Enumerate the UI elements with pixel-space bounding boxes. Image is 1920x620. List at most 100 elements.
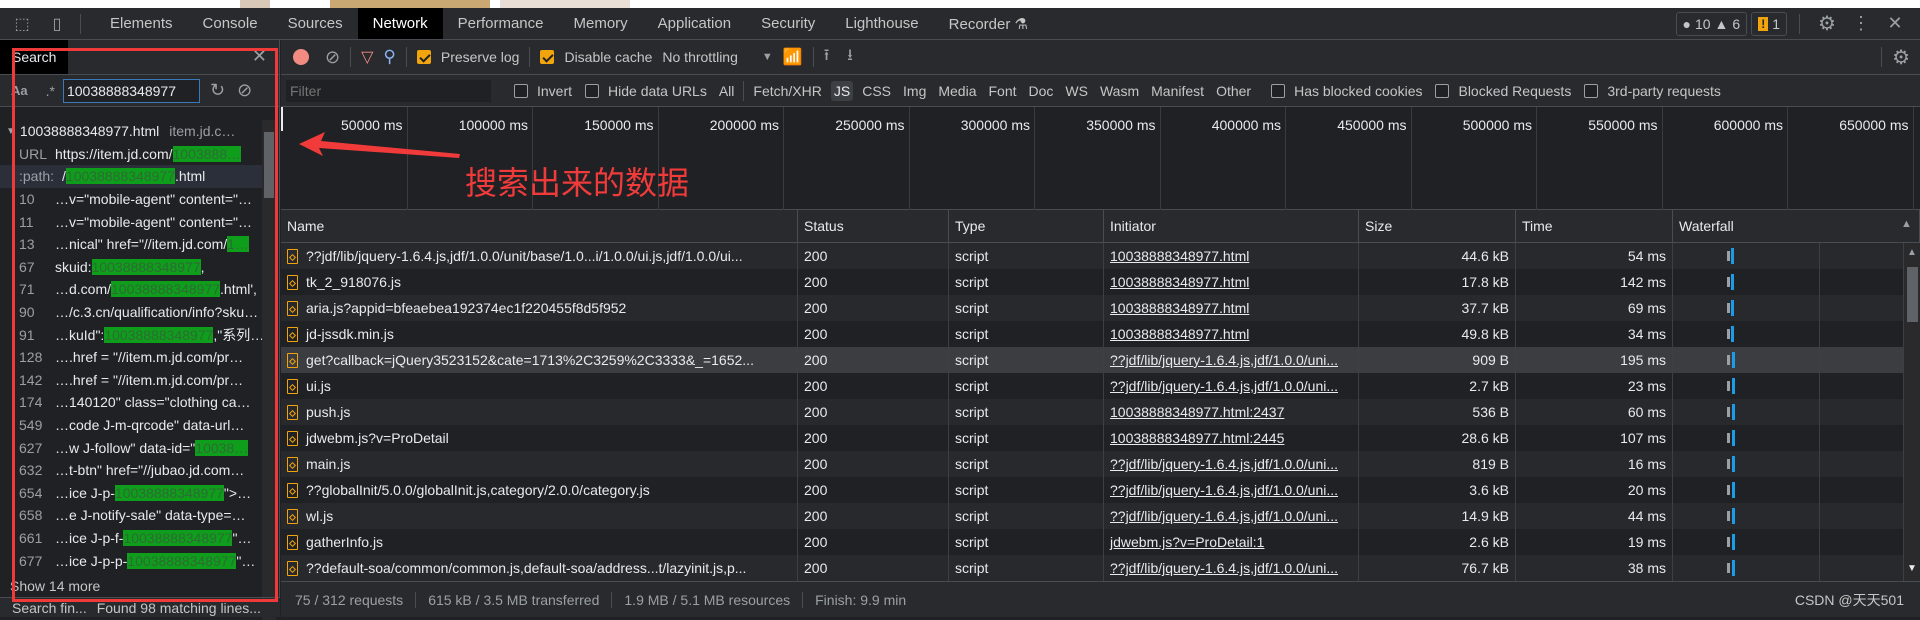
table-row[interactable]: jd-jssdk.min.js 200 script 10038888348977.h… bbox=[281, 321, 1904, 347]
search-result-line[interactable]: 174 …140120" class="clothing ca… bbox=[0, 391, 262, 414]
table-row[interactable]: main.js 200 script ??jdf/lib/jquery-1.6.4.j… bbox=[281, 451, 1904, 477]
filter-type-wasm[interactable]: Wasm bbox=[1097, 81, 1142, 101]
column-header-type[interactable]: Type bbox=[949, 210, 1104, 243]
disable-cache-checkbox[interactable] bbox=[540, 50, 555, 64]
chevron-down-icon[interactable]: ▼ bbox=[762, 51, 773, 63]
search-result-line[interactable]: 71 …d.com/10038888348977 .html', bbox=[0, 278, 262, 301]
network-conditions-icon[interactable]: 📶 bbox=[783, 47, 803, 67]
table-row[interactable]: tk_2_918076.js 200 script 10038888348977.ht… bbox=[281, 269, 1904, 295]
cell-initiator-text[interactable]: ??jdf/lib/jquery-1.6.4.js,jdf/1.0.0/uni.… bbox=[1110, 456, 1338, 472]
search-result-line[interactable]: 67 skuid: 10038888348977, bbox=[0, 256, 262, 279]
record-button[interactable] bbox=[293, 49, 309, 65]
search-result-line[interactable]: 142 ….href = "//item.m.jd.com/pr… bbox=[0, 369, 262, 392]
search-result-line[interactable]: 654 …ice J-p- 10038888348977 ">… bbox=[0, 482, 262, 505]
column-header-size[interactable]: Size bbox=[1359, 210, 1516, 243]
search-result-line[interactable]: 91 …kuId": 10038888348977 ,"系列… bbox=[0, 323, 262, 346]
timeline-handle[interactable] bbox=[281, 107, 283, 131]
tab-console[interactable]: Console bbox=[188, 8, 273, 39]
tab-network[interactable]: Network bbox=[357, 8, 443, 39]
table-row[interactable]: ui.js 200 script ??jdf/lib/jquery-1.6.4.js,… bbox=[281, 373, 1904, 399]
table-row[interactable]: aria.js?appid=bfeaebea192374ec1f220455f8… bbox=[281, 295, 1904, 321]
search-result-line[interactable]: 661 …ice J-p-f- 10038888348977 "… bbox=[0, 527, 262, 550]
table-row[interactable]: get?callback=jQuery3523152&cate=1713%2C3… bbox=[281, 347, 1904, 373]
inspect-element-icon[interactable]: ⬚ bbox=[2, 14, 42, 34]
filter-type-manifest[interactable]: Manifest bbox=[1148, 81, 1207, 101]
table-row[interactable]: wl.js 200 script ??jdf/lib/jquery-1.6.4.js,… bbox=[281, 503, 1904, 529]
sort-ascending-icon[interactable]: ▲ bbox=[1901, 218, 1912, 230]
column-header-time[interactable]: Time bbox=[1516, 210, 1673, 243]
match-case-toggle[interactable]: Aa bbox=[11, 83, 28, 98]
table-row[interactable]: jdwebm.js?v=ProDetail 200 script 1003888834… bbox=[281, 425, 1904, 451]
expand-arrow-icon[interactable]: ▼ bbox=[6, 126, 16, 137]
filter-type-fetchxhr[interactable]: Fetch/XHR bbox=[750, 81, 824, 101]
tab-sources[interactable]: Sources bbox=[273, 8, 358, 39]
cell-initiator-text[interactable]: ??jdf/lib/jquery-1.6.4.js,jdf/1.0.0/uni.… bbox=[1110, 378, 1338, 394]
table-row[interactable]: ??jdf/lib/jquery-1.6.4.js,jdf/1.0.0/unit… bbox=[281, 243, 1904, 269]
table-scrollbar[interactable]: ▲ ▼ bbox=[1904, 243, 1920, 581]
search-result-line[interactable]: 128 ….href = "//item.m.jd.com/pr… bbox=[0, 346, 262, 369]
column-header-name[interactable]: Name bbox=[281, 210, 798, 243]
search-result-line[interactable]: 13 …nical" href="//item.jd.com/1… bbox=[0, 233, 262, 256]
search-result-line[interactable]: :path:/10038888348977 .html bbox=[0, 165, 262, 188]
hide-data-urls-checkbox[interactable] bbox=[585, 83, 600, 98]
tab-application[interactable]: Application bbox=[643, 8, 746, 39]
cell-initiator-text[interactable]: ??jdf/lib/jquery-1.6.4.js,jdf/1.0.0/uni.… bbox=[1110, 482, 1338, 498]
cell-initiator-text[interactable]: 10038888348977.html:2445 bbox=[1110, 430, 1284, 446]
cell-initiator-text[interactable]: 10038888348977.html bbox=[1110, 326, 1249, 342]
import-har-icon[interactable]: ⭱ bbox=[824, 44, 830, 71]
filter-type-img[interactable]: Img bbox=[900, 81, 929, 101]
settings-gear-icon[interactable]: ⚙ bbox=[1812, 11, 1842, 36]
tab-security[interactable]: Security bbox=[746, 8, 830, 39]
search-result-line[interactable]: 10 …v="mobile-agent" content="… bbox=[0, 188, 262, 211]
cell-initiator-text[interactable]: 10038888348977.html bbox=[1110, 248, 1249, 264]
search-result-line[interactable]: URL https://item.jd.com/1003888… bbox=[0, 143, 262, 166]
tab-recorder[interactable]: Recorder ⚗ bbox=[934, 8, 1043, 39]
close-devtools-icon[interactable]: ✕ bbox=[1880, 13, 1910, 34]
tab-performance[interactable]: Performance bbox=[443, 8, 559, 39]
third-party-requests-checkbox[interactable] bbox=[1584, 83, 1599, 98]
search-panel-tab[interactable]: Search bbox=[0, 40, 69, 74]
network-settings-gear-icon[interactable]: ⚙ bbox=[1892, 45, 1910, 70]
cell-initiator-text[interactable]: 10038888348977.html bbox=[1110, 274, 1249, 290]
filter-type-ws[interactable]: WS bbox=[1062, 81, 1091, 101]
filter-type-doc[interactable]: Doc bbox=[1026, 81, 1057, 101]
clear-icon[interactable]: ⊘ bbox=[325, 47, 340, 68]
filter-type-all[interactable]: All bbox=[716, 81, 738, 101]
search-result-line[interactable]: 658 …e J-notify-sale" data-type=… bbox=[0, 504, 262, 527]
throttling-select[interactable]: No throttling bbox=[662, 49, 737, 65]
filter-type-css[interactable]: CSS bbox=[859, 81, 894, 101]
show-more-link[interactable]: Show 14 more bbox=[10, 578, 100, 594]
refresh-icon[interactable]: ↻ bbox=[210, 80, 225, 101]
clear-search-icon[interactable]: ⊘ bbox=[237, 80, 252, 101]
result-file-header[interactable]: ▼ 10038888348977.html item.jd.c… bbox=[0, 120, 262, 143]
table-row[interactable]: ??globalInit/5.0.0/globalInit.js,categor… bbox=[281, 477, 1904, 503]
filter-icon[interactable]: ▽ bbox=[361, 47, 373, 67]
search-result-line[interactable]: 11 …v="mobile-agent" content="… bbox=[0, 210, 262, 233]
search-result-line[interactable]: 549 …code J-m-qrcode" data-url… bbox=[0, 414, 262, 437]
filter-type-font[interactable]: Font bbox=[986, 81, 1020, 101]
search-result-line[interactable]: 632 …t-btn" href="//jubao.jd.com… bbox=[0, 459, 262, 482]
search-result-line[interactable]: 90 …/c.3.cn/qualification/info?sku… bbox=[0, 301, 262, 324]
column-header-status[interactable]: Status bbox=[798, 210, 949, 243]
table-row[interactable]: ??default-soa/common/common.js,default-s… bbox=[281, 555, 1904, 581]
filter-type-other[interactable]: Other bbox=[1213, 81, 1254, 101]
blocked-requests-checkbox[interactable] bbox=[1435, 83, 1450, 98]
search-icon[interactable]: ⚲ bbox=[383, 47, 395, 67]
table-row[interactable]: gatherInfo.js 200 script jdwebm.js?v=ProDet… bbox=[281, 529, 1904, 555]
tab-elements[interactable]: Elements bbox=[95, 8, 188, 39]
cell-initiator-text[interactable]: 10038888348977.html:2437 bbox=[1110, 404, 1284, 420]
device-toolbar-icon[interactable]: ▯ bbox=[42, 14, 72, 34]
table-row[interactable]: push.js 200 script 10038888348977.html:2437… bbox=[281, 399, 1904, 425]
cell-initiator-text[interactable]: ??jdf/lib/jquery-1.6.4.js,jdf/1.0.0/uni.… bbox=[1110, 560, 1338, 576]
more-options-icon[interactable]: ⋮ bbox=[1846, 13, 1876, 34]
filter-input[interactable] bbox=[286, 79, 491, 102]
cell-initiator-text[interactable]: ??jdf/lib/jquery-1.6.4.js,jdf/1.0.0/uni.… bbox=[1110, 352, 1338, 368]
regex-toggle[interactable]: .* bbox=[46, 83, 55, 99]
cell-initiator-text[interactable]: 10038888348977.html bbox=[1110, 300, 1249, 316]
filter-type-js[interactable]: JS bbox=[830, 80, 854, 101]
has-blocked-cookies-checkbox[interactable] bbox=[1271, 83, 1286, 98]
search-result-line[interactable]: 677 …ice J-p-p- 10038888348977 "… bbox=[0, 549, 262, 572]
search-result-line[interactable]: 627 …w J-follow" data-id=" 10038… bbox=[0, 436, 262, 459]
issues-badge[interactable]: ! 1 bbox=[1751, 11, 1787, 36]
invert-checkbox[interactable] bbox=[514, 83, 528, 98]
